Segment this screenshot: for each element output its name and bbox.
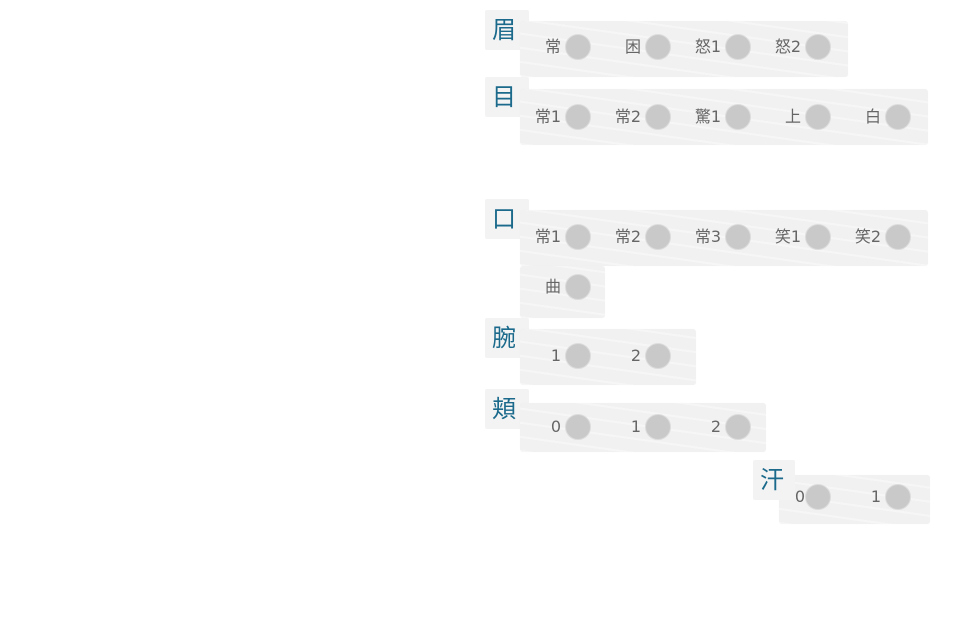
option-label: 困 bbox=[624, 37, 641, 56]
radio-button-icon[interactable] bbox=[805, 224, 831, 250]
option-me-1[interactable]: 常1 bbox=[523, 102, 591, 132]
option-label: 常 bbox=[544, 37, 561, 56]
option-label: 上 bbox=[784, 107, 801, 126]
option-hoho-3[interactable]: 2 bbox=[683, 412, 751, 442]
radio-button-icon[interactable] bbox=[645, 34, 671, 60]
option-mayu-3[interactable]: 怒1 bbox=[683, 32, 751, 62]
radio-button-icon[interactable] bbox=[725, 34, 751, 60]
radio-button-icon[interactable] bbox=[805, 484, 831, 510]
option-me-3[interactable]: 驚1 bbox=[683, 102, 751, 132]
option-label: 2 bbox=[710, 417, 721, 436]
radio-button-icon[interactable] bbox=[885, 104, 911, 130]
radio-button-icon[interactable] bbox=[885, 484, 911, 510]
radio-button-icon[interactable] bbox=[725, 224, 751, 250]
option-ase-1[interactable]: 0 bbox=[763, 482, 831, 512]
option-hoho-2[interactable]: 1 bbox=[603, 412, 671, 442]
option-hoho-1[interactable]: 0 bbox=[523, 412, 591, 442]
option-label: 常2 bbox=[614, 107, 641, 126]
option-me-5[interactable]: 白 bbox=[843, 102, 911, 132]
option-ase-2[interactable]: 1 bbox=[843, 482, 911, 512]
option-kuchi-2[interactable]: 常2 bbox=[603, 222, 671, 252]
radio-button-icon[interactable] bbox=[645, 414, 671, 440]
option-label: 笑1 bbox=[774, 227, 801, 246]
option-label: 1 bbox=[870, 487, 881, 506]
option-label: 驚1 bbox=[694, 107, 721, 126]
option-me-2[interactable]: 常2 bbox=[603, 102, 671, 132]
option-ude-2[interactable]: 2 bbox=[603, 341, 671, 371]
option-me-4[interactable]: 上 bbox=[763, 102, 831, 132]
radio-button-icon[interactable] bbox=[725, 414, 751, 440]
option-ude-1[interactable]: 1 bbox=[523, 341, 591, 371]
option-kuchi-6[interactable]: 曲 bbox=[523, 272, 591, 302]
option-label: 1 bbox=[550, 346, 561, 365]
option-label: 白 bbox=[864, 107, 881, 126]
option-label: 常1 bbox=[534, 107, 561, 126]
option-mayu-2[interactable]: 困 bbox=[603, 32, 671, 62]
radio-button-icon[interactable] bbox=[565, 414, 591, 440]
option-mayu-1[interactable]: 常 bbox=[523, 32, 591, 62]
option-label: 2 bbox=[630, 346, 641, 365]
option-mayu-4[interactable]: 怒2 bbox=[763, 32, 831, 62]
option-label: 怒2 bbox=[774, 37, 801, 56]
radio-button-icon[interactable] bbox=[645, 343, 671, 369]
option-label: 1 bbox=[630, 417, 641, 436]
option-label: 常3 bbox=[694, 227, 721, 246]
radio-button-icon[interactable] bbox=[565, 274, 591, 300]
radio-button-icon[interactable] bbox=[565, 343, 591, 369]
option-label: 曲 bbox=[544, 277, 561, 296]
option-label: 常1 bbox=[534, 227, 561, 246]
radio-button-icon[interactable] bbox=[565, 34, 591, 60]
radio-button-icon[interactable] bbox=[645, 104, 671, 130]
radio-button-icon[interactable] bbox=[645, 224, 671, 250]
option-kuchi-4[interactable]: 笑1 bbox=[763, 222, 831, 252]
radio-button-icon[interactable] bbox=[565, 224, 591, 250]
option-label: 常2 bbox=[614, 227, 641, 246]
option-label: 0 bbox=[794, 487, 805, 506]
option-kuchi-3[interactable]: 常3 bbox=[683, 222, 751, 252]
option-label: 0 bbox=[550, 417, 561, 436]
option-kuchi-5[interactable]: 笑2 bbox=[843, 222, 911, 252]
option-kuchi-1[interactable]: 常1 bbox=[523, 222, 591, 252]
radio-button-icon[interactable] bbox=[805, 104, 831, 130]
radio-button-icon[interactable] bbox=[805, 34, 831, 60]
option-label: 笑2 bbox=[854, 227, 881, 246]
radio-button-icon[interactable] bbox=[725, 104, 751, 130]
option-label: 怒1 bbox=[694, 37, 721, 56]
radio-button-icon[interactable] bbox=[885, 224, 911, 250]
radio-button-icon[interactable] bbox=[565, 104, 591, 130]
